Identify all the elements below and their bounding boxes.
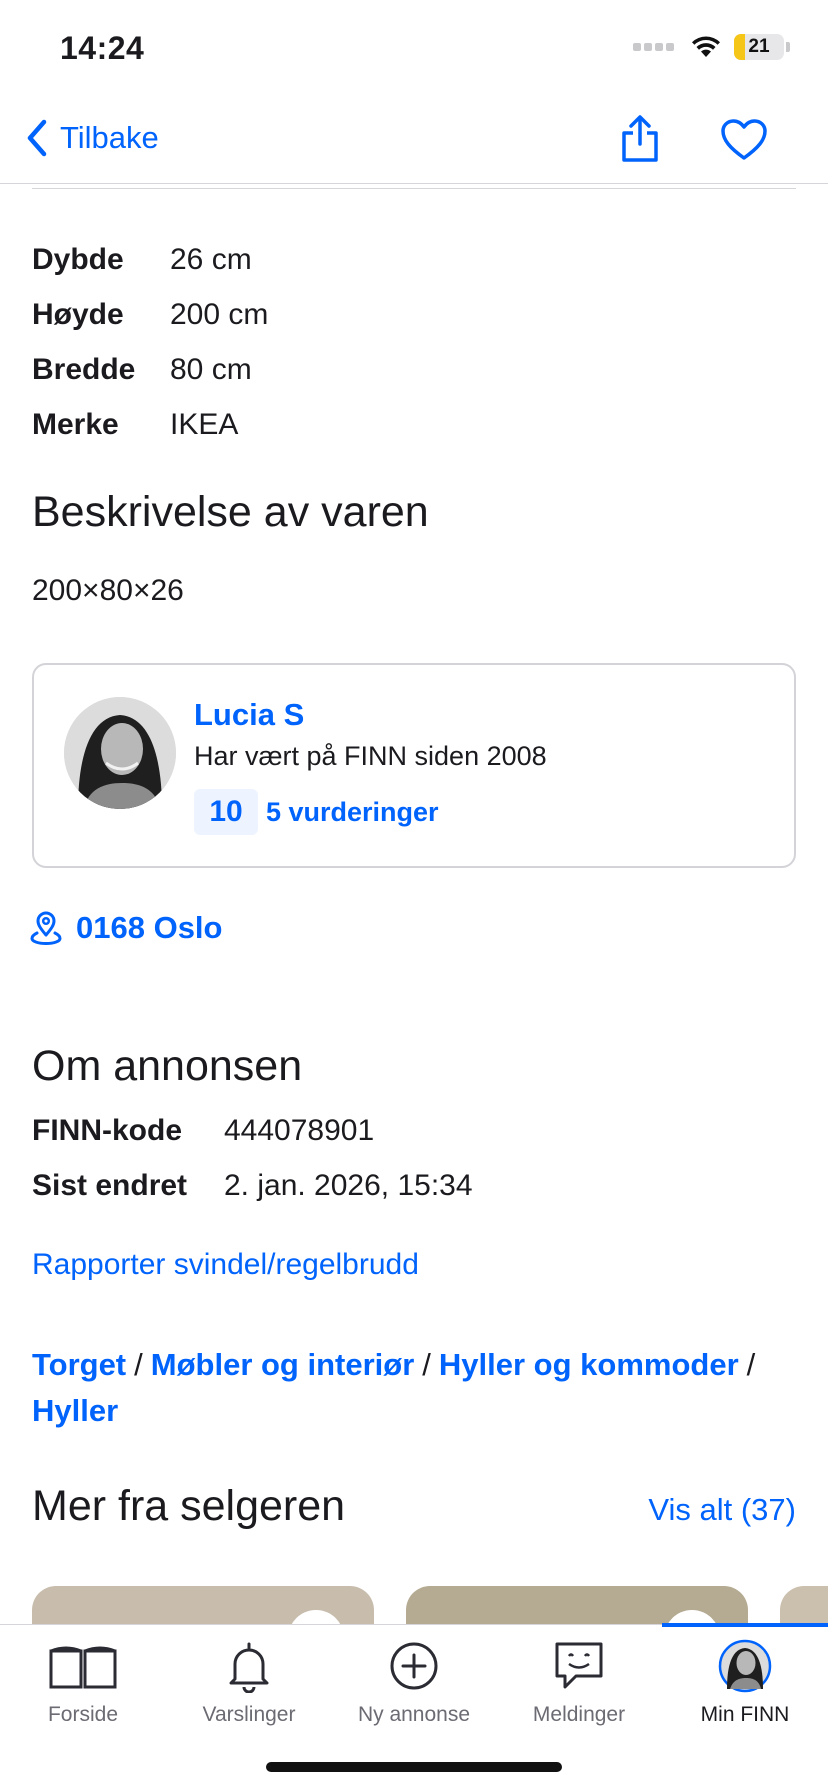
breadcrumb-hyller[interactable]: Hyller xyxy=(32,1393,118,1428)
heart-icon xyxy=(721,119,767,160)
report-fraud-link[interactable]: Rapporter svindel/regelbrudd xyxy=(32,1248,419,1282)
about-row-last-changed: Sist endret 2. jan. 2026, 15:34 xyxy=(32,1168,473,1202)
location-link[interactable]: 0168 Oslo xyxy=(30,910,222,946)
listing-card[interactable] xyxy=(780,1586,828,1626)
more-from-seller-title: Mer fra selgeren xyxy=(32,1482,346,1530)
status-indicators: 21 xyxy=(633,34,790,60)
rating-score-badge: 10 xyxy=(194,789,258,835)
cellular-signal-icon xyxy=(633,43,674,51)
battery-tip xyxy=(786,42,790,52)
tab-forside[interactable]: Forside xyxy=(0,1639,166,1739)
status-time: 14:24 xyxy=(60,30,145,66)
tab-min-finn[interactable]: Min FINN xyxy=(662,1639,828,1739)
seller-listings-carousel[interactable] xyxy=(0,1586,828,1626)
reviews-link[interactable]: 5 vurderinger xyxy=(266,797,439,828)
back-button[interactable]: Tilbake xyxy=(24,118,159,158)
bell-icon xyxy=(229,1642,269,1693)
navigation-bar: Tilbake xyxy=(0,100,828,184)
tab-varslinger[interactable]: Varslinger xyxy=(166,1639,332,1739)
share-icon xyxy=(622,115,658,162)
active-tab-indicator xyxy=(662,1623,828,1627)
description-title: Beskrivelse av varen xyxy=(32,488,429,536)
spec-row-width: Bredde 80 cm xyxy=(32,352,252,386)
back-label: Tilbake xyxy=(60,120,159,155)
spec-row-height: Høyde 200 cm xyxy=(32,297,269,331)
breadcrumb-mobler[interactable]: Møbler og interiør xyxy=(151,1347,415,1382)
spec-row-depth: Dybde 26 cm xyxy=(32,242,252,276)
tab-ny-annonse[interactable]: Ny annonse xyxy=(331,1639,497,1739)
battery-level-fill xyxy=(734,34,745,60)
battery-indicator: 21 xyxy=(734,34,784,60)
about-row-finn-code: FINN-kode 444078901 xyxy=(32,1113,375,1147)
seller-name-link[interactable]: Lucia S xyxy=(194,697,304,733)
category-breadcrumb: Torget / Møbler og interiør / Hyller og komm… xyxy=(32,1347,756,1428)
description-text: 200×80×26 xyxy=(32,574,184,607)
location-text: 0168 Oslo xyxy=(76,910,223,945)
wifi-icon xyxy=(692,36,720,57)
avatar-icon xyxy=(718,1639,772,1693)
breadcrumb-hyller-kommoder[interactable]: Hyller og kommoder xyxy=(439,1347,739,1382)
chevron-left-icon xyxy=(27,119,47,157)
book-icon xyxy=(49,1646,117,1689)
about-title: Om annonsen xyxy=(32,1042,303,1090)
breadcrumb-torget[interactable]: Torget xyxy=(32,1347,126,1382)
chat-icon xyxy=(555,1642,603,1689)
share-button[interactable] xyxy=(618,114,662,164)
seller-member-since: Har vært på FINN siden 2008 xyxy=(194,741,547,771)
location-pin-icon xyxy=(30,911,62,945)
home-indicator xyxy=(266,1762,562,1772)
seller-card[interactable]: Lucia S Har vært på FINN siden 2008 10 5… xyxy=(32,663,796,868)
status-bar: 14:24 21 xyxy=(0,0,828,100)
spec-list: Dybde 26 cm Høyde 200 cm Bredde 80 cm Me… xyxy=(32,232,268,452)
plus-circle-icon xyxy=(390,1642,438,1690)
spec-row-brand: Merke IKEA xyxy=(32,407,239,441)
seller-avatar xyxy=(64,697,176,809)
tab-meldinger[interactable]: Meldinger xyxy=(496,1639,662,1739)
favorite-button[interactable] xyxy=(720,118,768,162)
see-all-link[interactable]: Vis alt (37) xyxy=(648,1492,796,1528)
content-divider xyxy=(32,188,796,189)
about-list: FINN-kode 444078901 Sist endret 2. jan. … xyxy=(32,1103,473,1213)
